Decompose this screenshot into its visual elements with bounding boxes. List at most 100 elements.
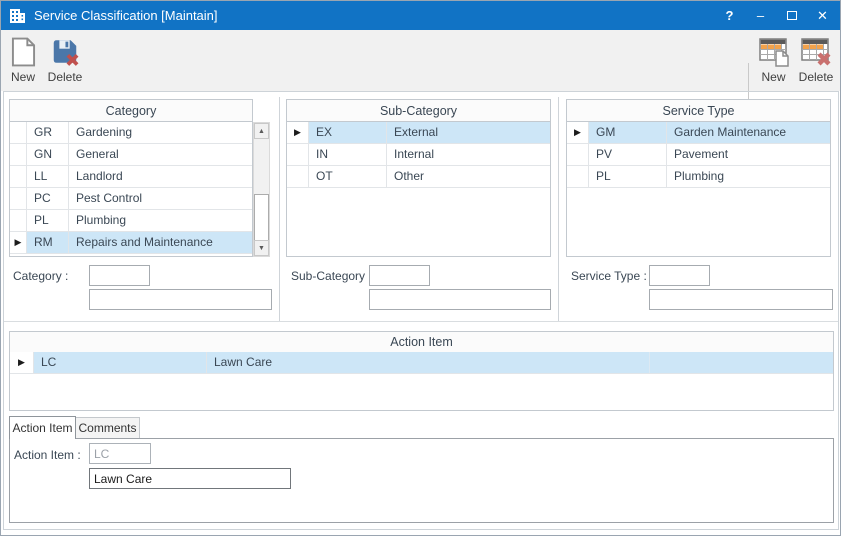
row-code-cell[interactable]: RM [27,232,69,253]
delete-table-icon [801,33,831,67]
row-code-cell[interactable]: EX [309,122,387,143]
window-title: Service Classification [Maintain] [34,8,218,23]
row-code-cell[interactable]: LL [27,166,69,187]
maximize-button[interactable] [776,1,807,30]
tab-action-item[interactable]: Action Item [9,416,76,439]
servicetype-grid[interactable]: ▶ GM Garden Maintenance PV Pavement PL Plumbin… [566,122,831,257]
grid-row[interactable]: ▶ EX External [287,122,550,144]
grid-row[interactable]: LL Landlord [10,166,252,188]
servicetype-desc-input[interactable] [649,289,833,310]
scrollbar-thumb[interactable] [254,194,269,241]
panel-separator [558,97,559,321]
action-item-code-input[interactable] [89,443,151,464]
category-code-input[interactable] [89,265,150,286]
row-description-cell[interactable]: Landlord [69,166,252,187]
close-button[interactable]: ✕ [807,1,838,30]
grid-row[interactable]: OT Other [287,166,550,188]
row-description-cell[interactable]: Pavement [667,144,830,165]
servicetype-label: Service Type : [571,269,647,283]
subcategory-desc-input[interactable] [369,289,551,310]
row-description-cell[interactable]: General [69,144,252,165]
title-bar: Service Classification [Maintain] ? – ✕ [1,1,840,30]
servicetype-code-input[interactable] [649,265,710,286]
subcategory-grid-header[interactable]: Sub-Category [286,99,551,122]
row-description-cell[interactable]: Repairs and Maintenance [69,232,252,253]
row-description-cell[interactable]: Plumbing [69,210,252,231]
action-item-label: Action Item : [14,448,81,462]
row-description-cell[interactable]: Lawn Care [207,352,650,373]
grid-row[interactable]: ▶ LC Lawn Care [10,352,833,374]
action-item-grid[interactable]: ▶ LC Lawn Care [9,352,834,411]
row-selector-marker-icon[interactable]: ▶ [10,232,27,253]
row-code-cell[interactable]: GR [27,122,69,143]
category-scrollbar[interactable]: ▲ ▼ [253,122,270,257]
category-desc-input[interactable] [89,289,272,310]
grid-row[interactable]: ▶ RM Repairs and Maintenance [10,232,252,254]
category-grid-header[interactable]: Category [9,99,253,122]
grid-row[interactable]: PV Pavement [567,144,830,166]
row-description-cell[interactable]: Gardening [69,122,252,143]
row-selector-cell[interactable] [567,144,589,165]
delete-record-label: Delete [47,70,83,84]
row-selector-cell[interactable] [287,166,309,187]
grid-row[interactable]: PL Plumbing [10,210,252,232]
row-description-cell[interactable]: Other [387,166,550,187]
new-record-label: New [10,70,35,84]
grid-row[interactable]: GN General [10,144,252,166]
new-action-item-label: New [761,70,786,84]
new-page-icon [11,33,36,67]
row-description-cell[interactable]: Internal [387,144,550,165]
action-item-desc-input[interactable] [89,468,291,489]
row-selector-cell[interactable] [10,210,27,231]
row-description-cell[interactable]: Garden Maintenance [667,122,830,143]
row-extra-cell[interactable] [650,352,833,373]
grid-row[interactable]: PL Plumbing [567,166,830,188]
row-code-cell[interactable]: PL [589,166,667,187]
category-grid[interactable]: GR Gardening GN General LL Landlord PC Pest Con… [9,122,253,257]
row-selector-cell[interactable] [287,144,309,165]
subcategory-label: Sub-Category : [291,269,372,283]
row-selector-marker-icon[interactable]: ▶ [10,352,34,373]
new-action-item-button[interactable]: New [754,33,793,89]
row-code-cell[interactable]: PC [27,188,69,209]
row-code-cell[interactable]: GN [27,144,69,165]
row-code-cell[interactable]: GM [589,122,667,143]
grid-row[interactable]: ▶ GM Garden Maintenance [567,122,830,144]
row-selector-cell[interactable] [10,188,27,209]
row-selector-cell[interactable] [10,122,27,143]
row-selector-marker-icon[interactable]: ▶ [287,122,309,143]
subcategory-grid[interactable]: ▶ EX External IN Internal OT Other [286,122,551,257]
row-selector-cell[interactable] [10,144,27,165]
scroll-up-icon[interactable]: ▲ [254,123,269,139]
row-code-cell[interactable]: IN [309,144,387,165]
subcategory-code-input[interactable] [369,265,430,286]
grid-row[interactable]: PC Pest Control [10,188,252,210]
maximize-icon [786,11,797,20]
app-icon [9,8,26,24]
row-code-cell[interactable]: PL [27,210,69,231]
row-code-cell[interactable]: PV [589,144,667,165]
servicetype-grid-header[interactable]: Service Type [566,99,831,122]
delete-record-button[interactable]: Delete [43,33,87,89]
toolbar: New Delete New Delete [1,30,840,113]
row-code-cell[interactable]: OT [309,166,387,187]
category-label: Category : [13,269,69,283]
action-item-grid-header[interactable]: Action Item [9,331,834,353]
row-description-cell[interactable]: Pest Control [69,188,252,209]
scroll-down-icon[interactable]: ▼ [254,240,269,256]
minimize-button[interactable]: – [745,1,776,30]
row-selector-cell[interactable] [567,166,589,187]
new-record-button[interactable]: New [5,33,41,89]
row-code-cell[interactable]: LC [34,352,207,373]
grid-row[interactable]: IN Internal [287,144,550,166]
row-description-cell[interactable]: Plumbing [667,166,830,187]
row-selector-cell[interactable] [10,166,27,187]
grid-row[interactable]: GR Gardening [10,122,252,144]
delete-action-item-button[interactable]: Delete [794,33,838,89]
delete-floppy-icon [50,33,80,67]
tab-comments[interactable]: Comments [76,417,140,438]
row-selector-marker-icon[interactable]: ▶ [567,122,589,143]
help-button[interactable]: ? [714,1,745,30]
row-description-cell[interactable]: External [387,122,550,143]
panel-separator [279,97,280,321]
